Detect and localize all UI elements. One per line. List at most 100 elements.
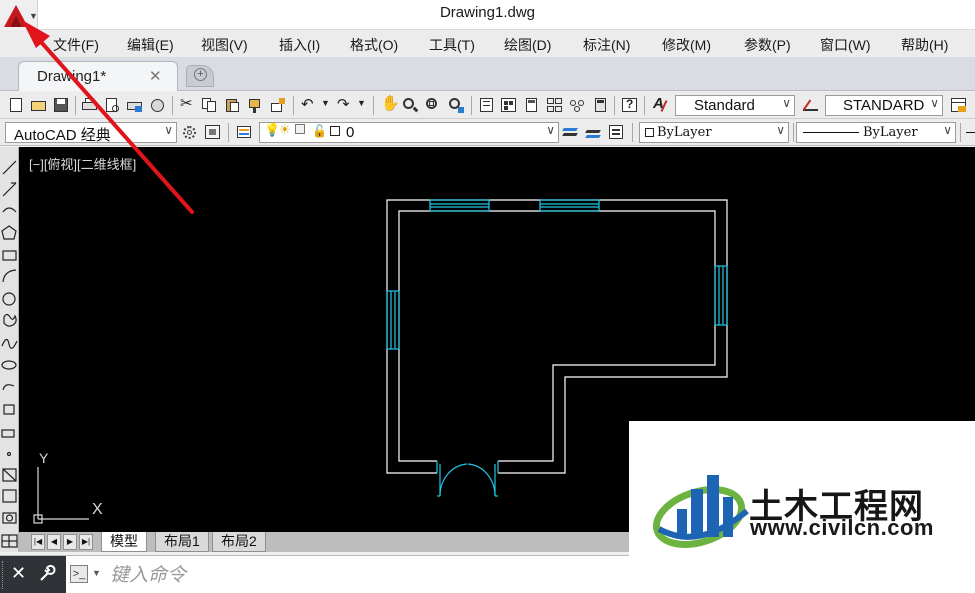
make-current-layer-icon[interactable]	[562, 124, 579, 140]
chevron-down-icon: ∨	[546, 123, 555, 137]
design-center-icon[interactable]	[500, 97, 517, 113]
text-style-icon[interactable]: A	[652, 95, 669, 113]
help-icon[interactable]: ?	[621, 97, 638, 113]
chevron-down-icon: ∨	[782, 96, 791, 110]
sun-freeze-icon: ☀	[279, 122, 291, 137]
layer-state-icon[interactable]	[608, 124, 625, 140]
redo-icon[interactable]: ↷	[336, 96, 353, 113]
layers-properties-toolbar: AutoCAD 经典 ∨ 💡 ☀ 🔓 0 ∨ ByLayer ∨ ByLayer…	[0, 119, 975, 146]
redo-dropdown-icon[interactable]: ▼	[354, 97, 371, 113]
plot-icon[interactable]	[81, 97, 98, 113]
tab-drawing1[interactable]: Drawing1* ✕	[18, 61, 178, 91]
standard-toolbar: ✂ ↶ ▼ ↷ ▼ ✋ ? A Standard ∨ STANDARD ∨	[0, 92, 975, 119]
close-icon[interactable]: ✕	[149, 67, 162, 85]
menu-item-draw[interactable]: 绘图(D)	[504, 35, 551, 55]
menu-item-parametric[interactable]: 参数(P)	[744, 35, 791, 55]
layer-color-swatch	[330, 126, 340, 136]
save-icon[interactable]	[53, 97, 70, 113]
menu-item-tools[interactable]: 工具(T)	[429, 35, 475, 55]
chevron-down-icon: ∨	[776, 123, 785, 137]
properties-icon[interactable]	[478, 97, 495, 113]
toolbar-separator	[614, 96, 615, 115]
dimension-style-select[interactable]: STANDARD ∨	[825, 95, 943, 116]
plot-preview-icon[interactable]	[104, 97, 121, 113]
undo-dropdown-icon[interactable]: ▼	[318, 97, 335, 113]
menu-item-view[interactable]: 视图(V)	[201, 35, 248, 55]
window-title: Drawing1.dwg	[439, 4, 536, 21]
ucs-x-label: X	[92, 501, 103, 518]
menu-item-insert[interactable]: 插入(I)	[279, 35, 320, 55]
menu-item-help[interactable]: 帮助(H)	[901, 35, 948, 55]
toolbar-separator	[228, 123, 229, 142]
cut-icon[interactable]: ✂	[178, 95, 195, 113]
copy-icon[interactable]	[201, 97, 218, 113]
draw-toolbar	[0, 147, 19, 552]
lineweight-preview[interactable]	[966, 132, 975, 133]
menu-item-file[interactable]: 文件(F)	[53, 35, 99, 55]
block-editor-icon[interactable]	[270, 97, 287, 113]
menu-item-dimension[interactable]: 标注(N)	[583, 35, 630, 55]
layer-properties-icon[interactable]	[236, 124, 253, 140]
previous-layout-button[interactable]: ◀	[47, 534, 61, 550]
watermark-url: www.civilcn.com	[750, 515, 934, 540]
title-bar: ▼ Drawing1.dwg	[0, 0, 975, 30]
linetype-select[interactable]: ByLayer ∨	[796, 122, 956, 143]
civilcn-logo-icon	[652, 475, 749, 548]
tool-palettes-icon[interactable]	[523, 97, 540, 113]
zoom-previous-icon[interactable]	[448, 97, 465, 113]
layer-select[interactable]: 💡 ☀ 🔓 0 ∨	[259, 122, 559, 143]
menu-item-window[interactable]: 窗口(W)	[820, 35, 871, 55]
publish-icon[interactable]	[126, 97, 143, 113]
markup-set-icon[interactable]	[569, 97, 586, 113]
workspace-properties-icon[interactable]	[204, 124, 221, 140]
layer-previous-icon[interactable]	[585, 124, 602, 140]
menu-bar: 文件(F) 编辑(E) 视图(V) 插入(I) 格式(O) 工具(T) 绘图(D…	[0, 30, 975, 57]
tab-model[interactable]: 模型	[101, 532, 147, 552]
wrench-icon[interactable]	[38, 564, 56, 582]
dimension-style-icon[interactable]	[802, 97, 819, 113]
menu-item-format[interactable]: 格式(O)	[350, 35, 398, 55]
drag-handle[interactable]	[2, 561, 5, 589]
open-file-icon[interactable]	[30, 97, 47, 113]
watermark: 土木工程网 www.civilcn.com	[629, 421, 975, 593]
close-icon[interactable]: ✕	[11, 563, 26, 584]
color-value: ByLayer	[657, 125, 712, 140]
command-prompt-icon[interactable]: >_	[70, 565, 88, 583]
sheet-set-icon[interactable]	[546, 97, 563, 113]
toolbar-separator	[172, 96, 173, 115]
zoom-realtime-icon[interactable]	[402, 97, 419, 113]
toolbar-separator	[960, 123, 961, 142]
zoom-window-icon[interactable]	[425, 97, 442, 113]
menu-item-modify[interactable]: 修改(M)	[662, 35, 711, 55]
toolbar-separator	[644, 96, 645, 115]
color-select[interactable]: ByLayer ∨	[639, 122, 789, 143]
last-layout-button[interactable]: ▶|	[79, 534, 93, 550]
next-layout-button[interactable]: ▶	[63, 534, 77, 550]
pan-icon[interactable]: ✋	[380, 95, 400, 113]
text-style-select[interactable]: Standard ∨	[675, 95, 795, 116]
3d-print-icon[interactable]	[149, 97, 166, 113]
new-tab-button[interactable]: +	[186, 65, 214, 87]
menu-item-edit[interactable]: 编辑(E)	[127, 35, 174, 55]
text-style-value: Standard	[694, 97, 755, 114]
table-style-icon[interactable]	[950, 97, 967, 113]
match-properties-icon[interactable]	[247, 97, 264, 113]
quickcalc-icon[interactable]	[592, 97, 609, 113]
undo-icon[interactable]: ↶	[300, 96, 317, 113]
toolbar-separator	[293, 96, 294, 115]
paste-icon[interactable]	[224, 97, 241, 113]
workspace-select[interactable]: AutoCAD 经典 ∨	[5, 122, 177, 143]
command-input[interactable]	[110, 562, 610, 588]
new-file-icon[interactable]	[8, 97, 25, 113]
tab-layout1[interactable]: 布局1	[155, 532, 209, 552]
linetype-preview	[803, 132, 859, 133]
workspace-settings-icon[interactable]	[181, 124, 198, 140]
tab-layout2[interactable]: 布局2	[212, 532, 266, 552]
linetype-value: ByLayer	[863, 125, 918, 140]
ucs-icon	[33, 467, 89, 524]
first-layout-button[interactable]: |◀	[31, 534, 45, 550]
toolbar-separator	[373, 96, 374, 115]
toolbar-separator	[632, 123, 633, 142]
chevron-down-icon[interactable]: ▼	[92, 568, 101, 578]
dimension-style-value: STANDARD	[843, 97, 925, 114]
